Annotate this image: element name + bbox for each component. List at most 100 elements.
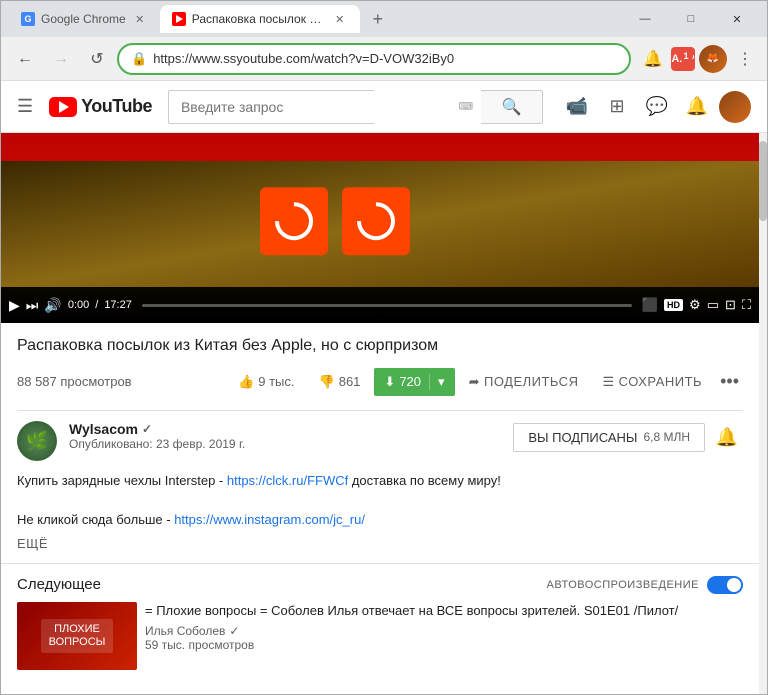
- video-camera-icon[interactable]: 📹: [559, 89, 595, 125]
- search-button[interactable]: 🔍: [481, 90, 543, 124]
- back-button[interactable]: ←: [9, 43, 41, 75]
- next-video-views: 59 тыс. просмотров: [145, 638, 743, 652]
- volume-button[interactable]: 🔊: [44, 297, 61, 314]
- window-controls: — □ ✕: [623, 5, 759, 33]
- search-icon: 🔍: [502, 97, 522, 117]
- video-title: Распаковка посылок из Китая без Apple, н…: [17, 335, 743, 357]
- active-tab-close[interactable]: ✕: [332, 11, 348, 27]
- title-bar: G Google Chrome ✕ Распаковка посылок из …: [1, 1, 767, 37]
- next-video-channel: Илья Соболев ✓: [145, 624, 743, 638]
- page-scrollbar[interactable]: [759, 133, 767, 694]
- video-meta-row: 88 587 просмотров 👍 9 тыс. 👎 861: [17, 365, 743, 398]
- share-button[interactable]: ➦ ПОДЕЛИТЬСЯ: [459, 368, 589, 396]
- dislike-button[interactable]: 👎 861: [309, 368, 371, 396]
- thumbs-up-icon: 👍: [238, 374, 254, 390]
- channel-bell-button[interactable]: 🔔: [711, 421, 743, 453]
- more-options-button[interactable]: •••: [716, 365, 743, 398]
- inactive-tab-close[interactable]: ✕: [132, 11, 148, 27]
- link-clck[interactable]: https://clck.ru/FFWCf: [227, 473, 348, 488]
- video-description: Купить зарядные чехлы Interstep - https:…: [17, 471, 743, 530]
- search-container: ⌨ 🔍: [168, 90, 543, 124]
- menu-icon[interactable]: ⋮: [731, 45, 759, 73]
- bell-nav-icon: 🔔: [643, 49, 663, 69]
- autoplay-toggle[interactable]: [707, 576, 743, 594]
- subscribe-area: ВЫ ПОДПИСАНЫ 6,8 МЛН 🔔: [513, 421, 743, 453]
- time-separator: /: [95, 299, 98, 311]
- download-button[interactable]: ⬇ 720 ▾: [374, 368, 454, 396]
- channel-info: Wylsacom ✓ Опубликовано: 23 февр. 2019 г…: [69, 421, 501, 451]
- profile-icon[interactable]: 🦊: [699, 45, 727, 73]
- url-text: https://www.ssyoutube.com/watch?v=D-VOW3…: [153, 51, 617, 66]
- youtube-header: ☰ YouTube ⌨ 🔍 📹 ⊞ 💬 🔔: [1, 81, 767, 133]
- youtube-favicon: [172, 12, 186, 26]
- thumbs-down-icon: 👎: [319, 374, 335, 390]
- youtube-header-icons: 📹 ⊞ 💬 🔔: [559, 89, 751, 125]
- autoplay-label: АВТОВОСПРОИЗВЕДЕНИЕ: [547, 579, 699, 591]
- youtube-logo-text: YouTube: [81, 96, 152, 117]
- navigation-bar: ← → ↺ 🔒 https://www.ssyoutube.com/watch?…: [1, 37, 767, 81]
- channel-avatar[interactable]: 🌿: [17, 421, 57, 461]
- like-button[interactable]: 👍 9 тыс.: [228, 368, 304, 396]
- next-video-thumbnail: ПЛОХИЕВОПРОСЫ: [17, 602, 137, 670]
- channel-name: Wylsacom ✓: [69, 421, 501, 437]
- forward-button[interactable]: →: [45, 43, 77, 75]
- apps-grid-icon[interactable]: ⊞: [599, 89, 635, 125]
- extensions-icon[interactable]: ABP 1: [671, 47, 695, 71]
- search-input[interactable]: [168, 90, 374, 124]
- new-tab-button[interactable]: +: [364, 5, 392, 33]
- youtube-play-icon: [59, 101, 69, 113]
- toggle-knob: [727, 578, 741, 592]
- fullscreen-icon[interactable]: ⛶: [742, 297, 751, 313]
- view-count: 88 587 просмотров: [17, 374, 216, 389]
- next-video-item[interactable]: ПЛОХИЕВОПРОСЫ = Плохие вопросы = Соболев…: [17, 602, 743, 678]
- scrollbar-thumb: [759, 141, 767, 221]
- inactive-tab-label: Google Chrome: [41, 12, 126, 26]
- subscribe-button[interactable]: ВЫ ПОДПИСАНЫ 6,8 МЛН: [513, 423, 705, 452]
- address-bar[interactable]: 🔒 https://www.ssyoutube.com/watch?v=D-VO…: [117, 43, 631, 75]
- youtube-user-avatar[interactable]: [719, 91, 751, 123]
- active-tab-label: Распаковка посылок из Китая б...: [192, 12, 326, 26]
- total-time: 17:27: [104, 299, 132, 311]
- maximize-button[interactable]: □: [669, 5, 713, 33]
- youtube-menu-button[interactable]: ☰: [17, 96, 33, 117]
- next-video-title: = Плохие вопросы = Соболев Илья отвечает…: [145, 602, 743, 620]
- close-button[interactable]: ✕: [715, 5, 759, 33]
- next-section-header: Следующее АВТОВОСПРОИЗВЕДЕНИЕ: [17, 576, 743, 594]
- channel-verified-icon: ✓: [229, 624, 239, 638]
- reload-button[interactable]: ↺: [81, 43, 113, 75]
- dropdown-arrow-icon: ▾: [438, 374, 445, 390]
- youtube-bell-icon[interactable]: 🔔: [679, 89, 715, 125]
- verified-icon: ✓: [142, 422, 152, 436]
- user-avatar: 🦊: [699, 45, 727, 73]
- page-inner: ▶ ⏭ 🔊 0:00 / 17:27 ⬛ HD ⚙ ▭: [1, 133, 759, 694]
- video-player[interactable]: ▶ ⏭ 🔊 0:00 / 17:27 ⬛ HD ⚙ ▭: [1, 133, 759, 323]
- play-button[interactable]: ▶: [9, 297, 20, 314]
- hd-badge: HD: [664, 299, 683, 311]
- notifications-nav-icon[interactable]: 🔔: [639, 45, 667, 73]
- video-controls[interactable]: ▶ ⏭ 🔊 0:00 / 17:27 ⬛ HD ⚙ ▭: [1, 287, 759, 323]
- video-progress-bar[interactable]: [142, 304, 632, 307]
- link-instagram[interactable]: https://www.instagram.com/jc_ru/: [174, 512, 365, 527]
- show-more-button[interactable]: ЕЩЁ: [17, 536, 743, 551]
- tab-inactive-chrome[interactable]: G Google Chrome ✕: [9, 5, 160, 33]
- divider: [17, 410, 743, 411]
- messages-icon[interactable]: 💬: [639, 89, 675, 125]
- subtitles-icon[interactable]: ⬛: [642, 297, 658, 313]
- video-right-controls: ⬛ HD ⚙ ▭ ⊡ ⛶: [642, 297, 751, 313]
- miniplayer-icon[interactable]: ⊡: [725, 297, 736, 313]
- tab-active-youtube[interactable]: Распаковка посылок из Китая б... ✕: [160, 5, 360, 33]
- content-main: ▶ ⏭ 🔊 0:00 / 17:27 ⬛ HD ⚙ ▭: [1, 133, 767, 694]
- current-time: 0:00: [68, 299, 89, 311]
- skip-button[interactable]: ⏭: [26, 297, 39, 314]
- video-info-section: Распаковка посылок из Китая без Apple, н…: [1, 323, 759, 563]
- settings-icon[interactable]: ⚙: [689, 297, 701, 313]
- next-section-title: Следующее: [17, 576, 547, 593]
- action-buttons: 👍 9 тыс. 👎 861 ⬇ 720 ▾: [228, 365, 743, 398]
- youtube-logo[interactable]: YouTube: [49, 96, 152, 117]
- search-input-wrap: ⌨: [168, 90, 481, 124]
- save-button[interactable]: ☰ СОХРАНИТЬ: [592, 368, 712, 396]
- minimize-button[interactable]: —: [623, 5, 667, 33]
- next-video-info: = Плохие вопросы = Соболев Илья отвечает…: [145, 602, 743, 670]
- channel-publish-date: Опубликовано: 23 февр. 2019 г.: [69, 437, 501, 451]
- theater-mode-icon[interactable]: ▭: [707, 297, 719, 313]
